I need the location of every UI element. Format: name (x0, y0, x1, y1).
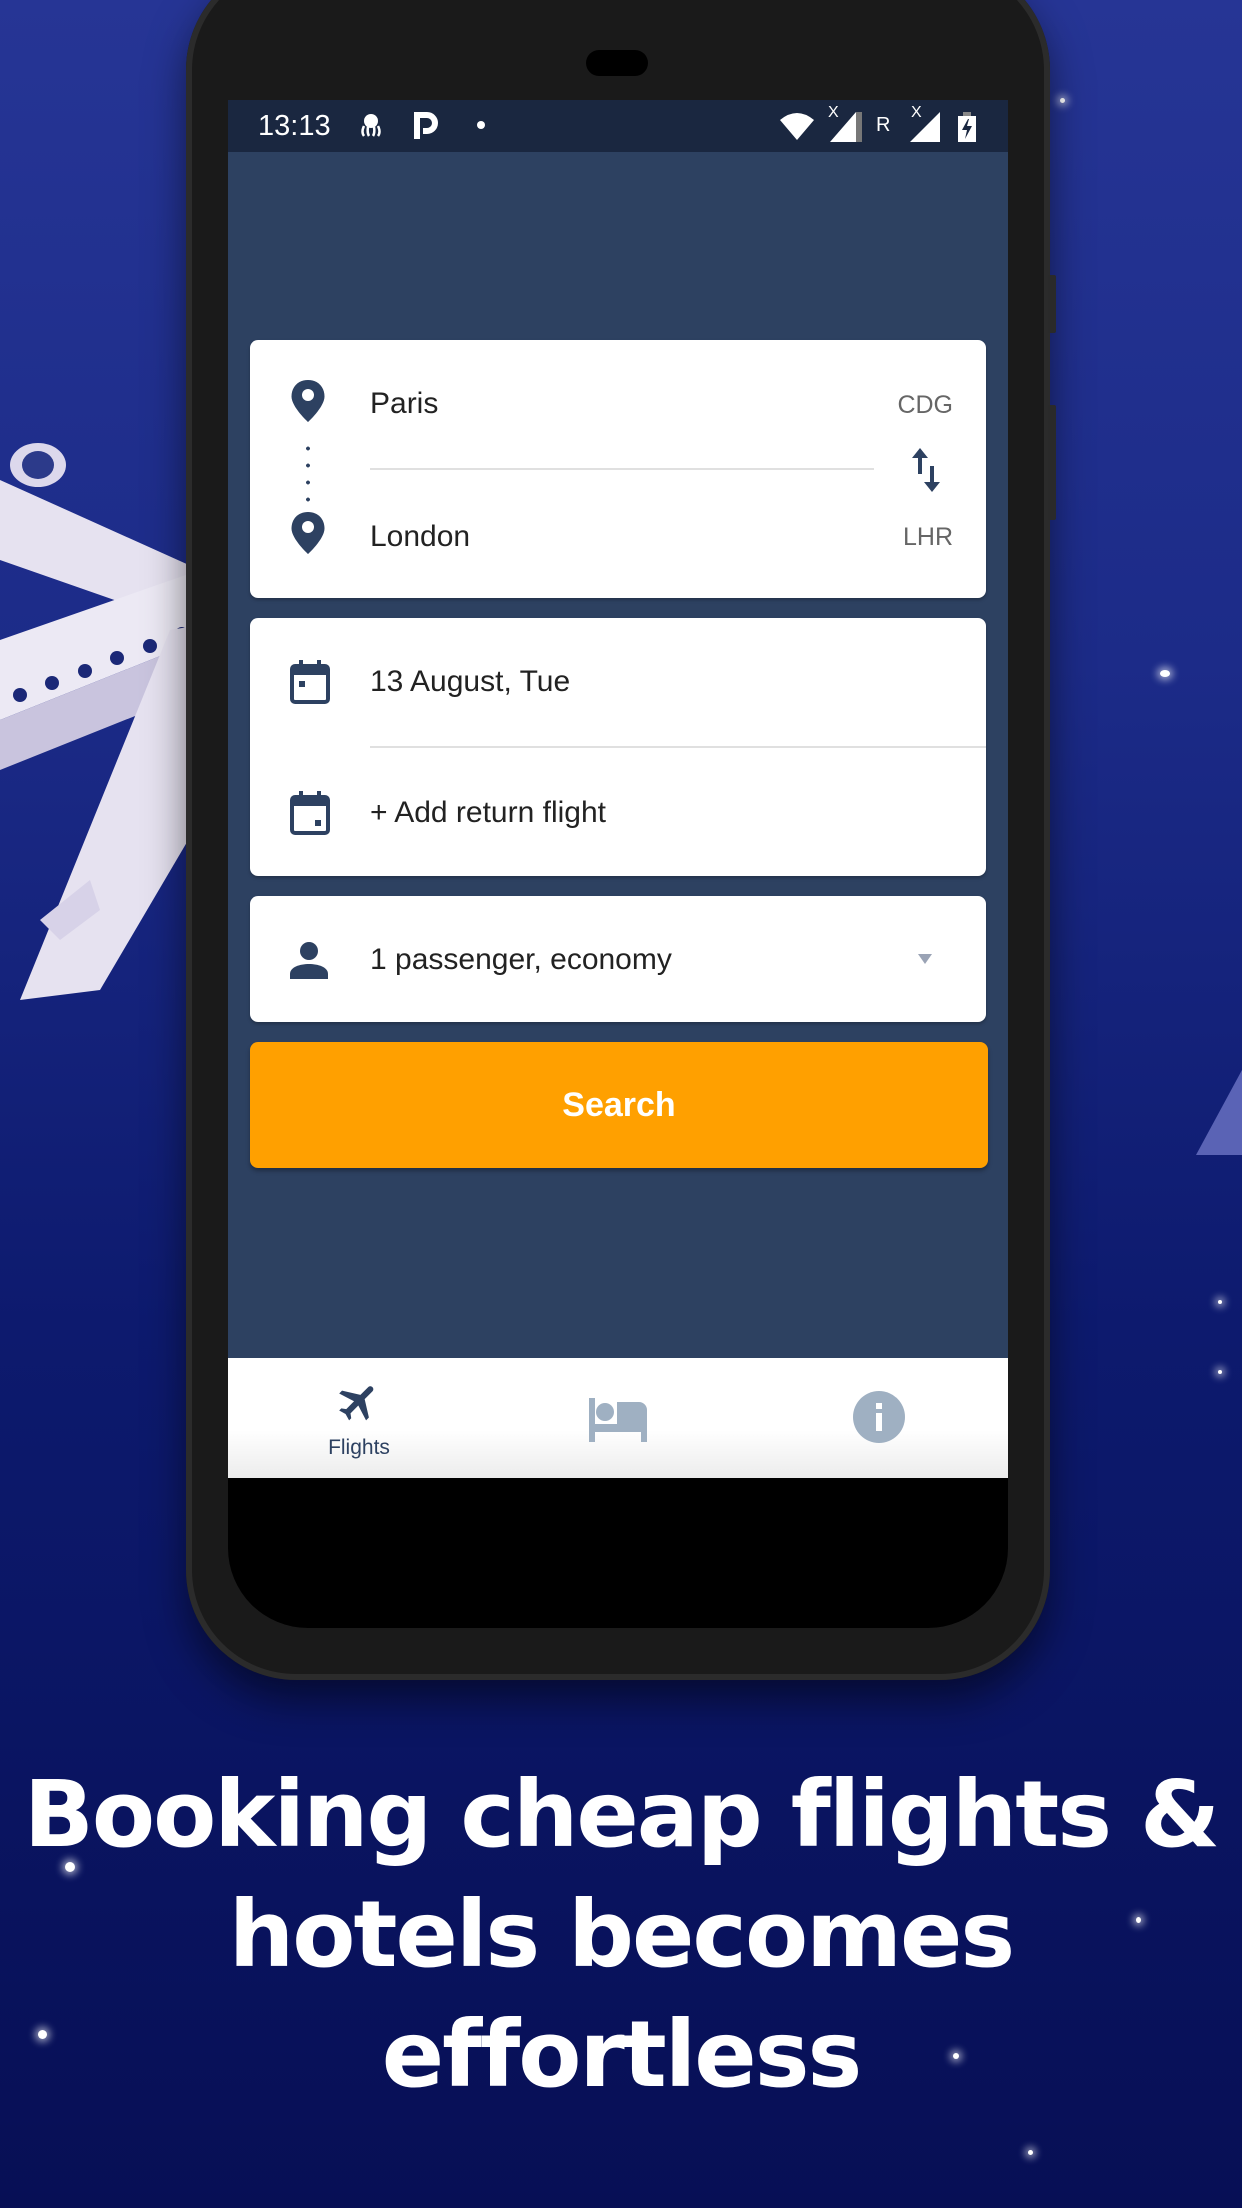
status-bar: 13:13 X R X (228, 100, 1008, 152)
phone-side-button (1048, 405, 1056, 520)
star (1060, 98, 1065, 103)
star (1218, 1300, 1222, 1304)
route-divider (370, 468, 874, 470)
nav-tab-hotels[interactable] (548, 1358, 688, 1478)
signal-icon (910, 112, 940, 142)
calendar-icon (290, 660, 330, 704)
passengers-selector[interactable]: 1 passenger, economy (250, 896, 986, 1022)
signal-icon (830, 112, 862, 142)
headline-line: Booking cheap flights & (23, 1761, 1220, 1868)
origin-pin-icon[interactable] (290, 380, 326, 422)
roaming-indicator: R (876, 114, 891, 136)
status-time: 13:13 (258, 110, 331, 142)
departure-date[interactable]: 13 August, Tue (370, 665, 570, 699)
nav-tab-flights[interactable]: Flights (289, 1358, 429, 1478)
route-card: Paris CDG London LHR (250, 340, 986, 598)
calendar-return-icon (290, 791, 330, 835)
airplane-tail-illustration (1196, 1070, 1242, 1155)
airplane-icon (339, 1386, 374, 1421)
promo-headline: Booking cheap flights & hotels becomes e… (0, 1755, 1242, 2115)
headline-line: effortless (381, 2001, 862, 2108)
octopus-notification-icon (361, 114, 381, 137)
app-screen: 13:13 X R X Paris CDG London LHR 13 Augu… (228, 100, 1008, 1478)
origin-airport-code: CDG (897, 391, 953, 419)
battery-charging-icon (958, 112, 976, 142)
person-icon (290, 942, 328, 979)
info-icon (853, 1391, 905, 1443)
destination-city[interactable]: London (370, 520, 470, 554)
destination-pin-icon[interactable] (290, 512, 326, 554)
phone-side-button (1048, 275, 1056, 333)
star (1218, 1370, 1222, 1374)
airplane-illustration (0, 443, 200, 1000)
nav-tab-info[interactable] (809, 1358, 949, 1478)
bottom-navigation: Flights (228, 1358, 1008, 1478)
star (1028, 2150, 1033, 2155)
parking-app-icon (414, 112, 438, 139)
phone-chin (228, 1478, 1008, 1628)
phone-speaker (586, 50, 648, 76)
route-dotted-connector (306, 440, 310, 502)
dates-card: 13 August, Tue + Add return flight (250, 618, 986, 876)
add-return-flight-button[interactable]: + Add return flight (370, 796, 606, 830)
swap-vertical-icon[interactable] (910, 448, 944, 492)
hotel-bed-icon (589, 1398, 647, 1442)
headline-line: hotels becomes (228, 1881, 1015, 1988)
star (1160, 670, 1170, 677)
wifi-icon (780, 113, 814, 140)
passengers-value: 1 passenger, economy (370, 943, 672, 976)
nav-label-flights: Flights (328, 1436, 390, 1459)
dot-icon (477, 121, 485, 129)
dropdown-arrow-icon[interactable] (918, 954, 932, 964)
dates-divider (370, 746, 986, 748)
search-button[interactable]: Search (250, 1042, 988, 1168)
origin-city[interactable]: Paris (370, 387, 438, 421)
destination-airport-code: LHR (902, 523, 953, 551)
